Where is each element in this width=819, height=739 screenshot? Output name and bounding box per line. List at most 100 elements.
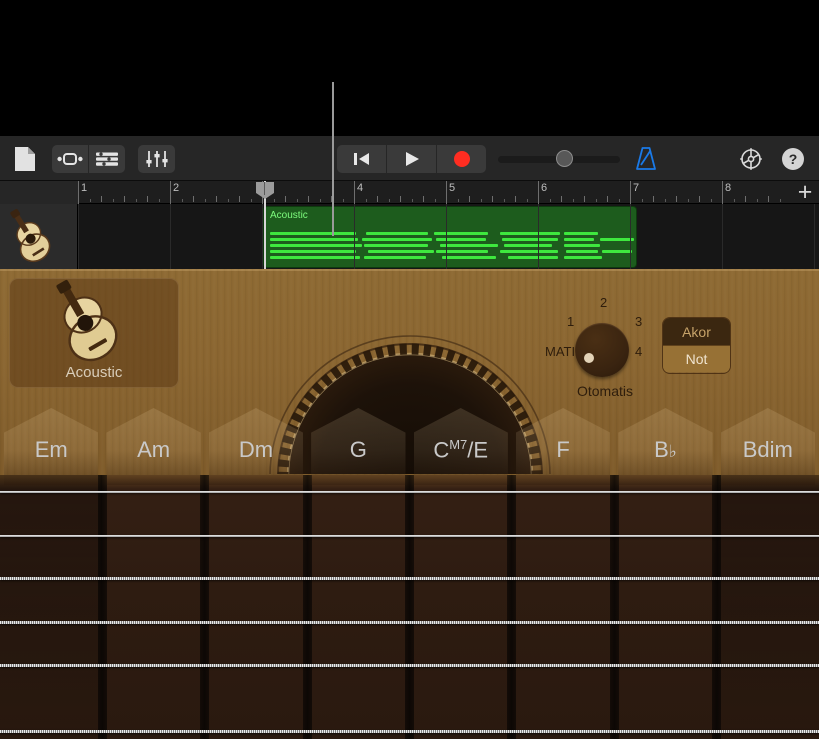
garageband-guitar-screen: ? 1 2 3 4 5 6 7 8 + bbox=[0, 0, 819, 739]
chord-pad[interactable]: Dm bbox=[209, 408, 303, 485]
ruler-tick bbox=[101, 196, 102, 202]
ruler-tick bbox=[147, 196, 148, 202]
midi-note bbox=[564, 238, 594, 241]
ruler-tick bbox=[239, 196, 240, 202]
lane-gridline bbox=[722, 204, 723, 269]
midi-note bbox=[566, 250, 598, 253]
knob-label-off[interactable]: MATI bbox=[545, 344, 575, 359]
fret-column-divider bbox=[303, 475, 312, 739]
ruler-tick bbox=[400, 196, 401, 202]
ruler-bars[interactable]: 12345678 bbox=[78, 181, 791, 204]
midi-note bbox=[364, 256, 426, 259]
mode-toggle-akor[interactable]: Akor bbox=[663, 318, 730, 345]
gear-icon[interactable] bbox=[739, 147, 763, 171]
ruler-tick bbox=[745, 196, 746, 202]
ruler-tick bbox=[481, 199, 482, 202]
guitar-string[interactable] bbox=[0, 491, 819, 493]
bar-number: 6 bbox=[538, 182, 547, 194]
midi-note bbox=[270, 244, 362, 247]
midi-note bbox=[602, 250, 632, 253]
ruler-tick bbox=[458, 199, 459, 202]
midi-note bbox=[270, 250, 356, 253]
chord-pad-label: Dm bbox=[209, 437, 303, 463]
chord-pad[interactable]: B♭ bbox=[618, 408, 712, 485]
chord-pad[interactable]: Am bbox=[106, 408, 200, 485]
ruler-tick bbox=[596, 199, 597, 202]
metronome-icon[interactable] bbox=[634, 146, 659, 172]
ruler-tick bbox=[423, 196, 424, 202]
fretboard[interactable] bbox=[0, 475, 819, 739]
ruler-tick bbox=[412, 199, 413, 202]
record-icon[interactable] bbox=[437, 145, 486, 173]
svg-text:?: ? bbox=[789, 151, 798, 167]
midi-note bbox=[564, 244, 600, 247]
ruler-tick bbox=[653, 196, 654, 202]
bar-number: 5 bbox=[446, 182, 455, 194]
instrument-selector-card[interactable]: Acoustic bbox=[9, 278, 179, 388]
chord-pad[interactable]: CM7/E bbox=[414, 408, 508, 485]
ruler-tick bbox=[320, 199, 321, 202]
knob-label-4[interactable]: 4 bbox=[635, 344, 642, 359]
fret-column-divider bbox=[405, 475, 414, 739]
chord-pad-label: Am bbox=[106, 437, 200, 463]
knob-label-3[interactable]: 3 bbox=[635, 314, 642, 329]
midi-note bbox=[564, 256, 602, 259]
lane-gridline bbox=[78, 204, 79, 269]
bar-number: 8 bbox=[722, 182, 731, 194]
midi-note bbox=[564, 232, 598, 235]
chord-pad[interactable]: Bdim bbox=[721, 408, 815, 485]
guitar-string[interactable] bbox=[0, 535, 819, 537]
rewind-icon[interactable] bbox=[337, 145, 386, 173]
play-icon[interactable] bbox=[387, 145, 436, 173]
timeline-ruler[interactable]: 12345678 bbox=[0, 181, 819, 204]
help-icon[interactable]: ? bbox=[781, 147, 805, 171]
document-icon[interactable] bbox=[14, 146, 36, 172]
track-lane[interactable]: Acoustic bbox=[78, 204, 819, 269]
lane-gridline bbox=[354, 204, 355, 269]
midi-note bbox=[270, 238, 358, 241]
bar-number: 7 bbox=[630, 182, 639, 194]
acoustic-guitar-icon bbox=[9, 278, 179, 373]
fret-column-divider bbox=[507, 475, 516, 739]
midi-note bbox=[508, 256, 558, 259]
volume-slider-knob[interactable] bbox=[556, 150, 573, 167]
autoplay-caption: Otomatis bbox=[545, 383, 665, 399]
chord-pad[interactable]: F bbox=[516, 408, 610, 485]
track-header[interactable] bbox=[0, 204, 78, 269]
ruler-tick bbox=[297, 199, 298, 202]
lane-gridline bbox=[262, 204, 263, 269]
midi-note bbox=[600, 238, 634, 241]
ruler-tick bbox=[573, 199, 574, 202]
chord-pad[interactable]: Em bbox=[4, 408, 98, 485]
chord-pad[interactable]: G bbox=[311, 408, 405, 485]
mixer-sliders-icon[interactable] bbox=[138, 145, 175, 173]
midi-note bbox=[502, 238, 558, 241]
ruler-tick bbox=[665, 199, 666, 202]
list-view-icon[interactable] bbox=[89, 145, 125, 173]
ruler-tick bbox=[561, 196, 562, 202]
ruler-tick bbox=[216, 196, 217, 202]
ruler-tick bbox=[550, 199, 551, 202]
fret-column-divider bbox=[610, 475, 619, 739]
guitar-string[interactable] bbox=[0, 621, 819, 624]
view-mode-segmented-control[interactable] bbox=[52, 145, 125, 173]
mode-toggle[interactable]: Akor Not bbox=[663, 318, 730, 373]
chord-pad-label: Em bbox=[4, 437, 98, 463]
ruler-tick bbox=[757, 199, 758, 202]
mode-toggle-not[interactable]: Not bbox=[663, 345, 730, 372]
autoplay-knob-control[interactable]: MATI 1 2 3 4 Otomatis bbox=[545, 295, 665, 405]
midi-region-acoustic[interactable]: Acoustic bbox=[264, 207, 636, 267]
guitar-string[interactable] bbox=[0, 730, 819, 733]
ruler-tick bbox=[504, 199, 505, 202]
knob-label-2[interactable]: 2 bbox=[600, 295, 607, 310]
midi-note bbox=[366, 232, 428, 235]
autoplay-knob[interactable] bbox=[575, 323, 629, 377]
track-row: Acoustic bbox=[0, 204, 819, 269]
add-track-button[interactable]: + bbox=[795, 182, 815, 204]
guitar-string[interactable] bbox=[0, 664, 819, 667]
volume-slider[interactable] bbox=[498, 152, 620, 166]
midi-note bbox=[500, 232, 560, 235]
guitar-string[interactable] bbox=[0, 577, 819, 580]
knob-label-1[interactable]: 1 bbox=[567, 314, 574, 329]
track-view-icon[interactable] bbox=[52, 145, 88, 173]
